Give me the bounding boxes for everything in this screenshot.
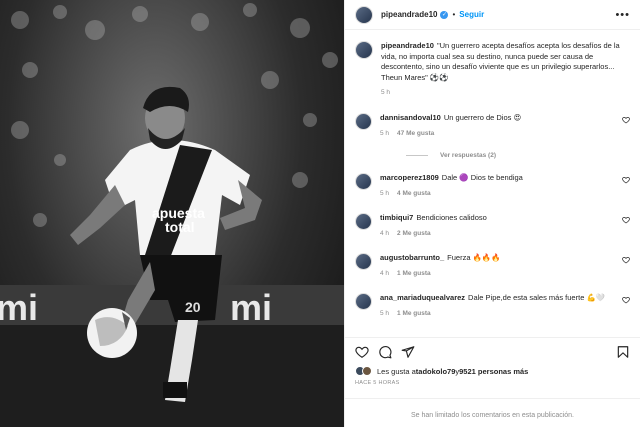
commenter-avatar[interactable]	[355, 293, 372, 310]
caption: pipeandrade10 "Un guerrero acepta desafío…	[355, 41, 630, 99]
comment-time[interactable]: 5 h	[380, 310, 389, 317]
comment-time[interactable]: 4 h	[380, 230, 389, 237]
comment-time[interactable]: 5 h	[380, 190, 389, 197]
like-comment-heart-icon[interactable]	[622, 116, 630, 124]
author-username[interactable]: pipeandrade10	[381, 10, 437, 19]
post-time-ago[interactable]: HACE 5 HORAS	[355, 380, 400, 386]
commenter-avatar[interactable]	[355, 213, 372, 230]
likes-prefix: Les gusta a	[377, 366, 416, 376]
comment-item: marcoperez1809 Dale 🟣 Dios te bendiga 5 h…	[355, 173, 630, 199]
svg-text:mi: mi	[230, 287, 272, 328]
commenter-avatar[interactable]	[355, 253, 372, 270]
separator-dot: •	[452, 10, 456, 19]
caption-username[interactable]: pipeandrade10	[381, 41, 434, 50]
post-header: pipeandrade10 ✓ • Seguir •••	[345, 0, 640, 30]
comment-time[interactable]: 5 h	[380, 130, 389, 137]
more-options-icon[interactable]: •••	[615, 9, 630, 21]
svg-text:mi: mi	[0, 287, 38, 328]
commenter-username[interactable]: timbiqui7	[380, 213, 413, 222]
like-comment-heart-icon[interactable]	[622, 216, 630, 224]
likes-summary: Les gusta a tadokolo79 y 9521 personas m…	[355, 366, 630, 376]
follow-button[interactable]: Seguir	[459, 10, 484, 19]
like-comment-heart-icon[interactable]	[622, 176, 630, 184]
comment-likes[interactable]: 47 Me gusta	[397, 130, 434, 137]
verified-badge-icon: ✓	[440, 10, 449, 19]
post-detail-panel: pipeandrade10 ✓ • Seguir ••• pipeandrade…	[344, 0, 640, 427]
commenter-avatar[interactable]	[355, 173, 372, 190]
comment-text: Fuerza 🔥🔥🔥	[447, 253, 501, 262]
like-heart-icon[interactable]	[355, 345, 369, 359]
view-replies-button[interactable]: Ver respuestas (2)	[406, 152, 496, 159]
comment-text: Un guerrero de Dios 😍	[443, 113, 522, 122]
commenter-username[interactable]: dannisandoval10	[380, 113, 441, 122]
caption-avatar[interactable]	[355, 41, 373, 59]
comment-likes[interactable]: 1 Me gusta	[397, 310, 431, 317]
comment-item: dannisandoval10 Un guerrero de Dios 😍 5 h…	[355, 113, 630, 139]
comment-item: timbiqui7 Bendiciones calidoso 4 h 2 Me gu…	[355, 213, 630, 239]
likes-count[interactable]: 9521 personas más	[459, 367, 528, 376]
commenter-username[interactable]: augustobarrunto_	[380, 253, 444, 262]
comment-time[interactable]: 4 h	[380, 270, 389, 277]
comment-text: Bendiciones calidoso	[416, 213, 487, 222]
comment-likes[interactable]: 2 Me gusta	[397, 230, 431, 237]
liker-username[interactable]: tadokolo79	[416, 367, 456, 376]
save-bookmark-icon[interactable]	[616, 345, 630, 359]
commenter-avatar[interactable]	[355, 113, 372, 130]
like-comment-heart-icon[interactable]	[622, 296, 630, 304]
author-avatar[interactable]	[355, 5, 373, 24]
commenter-username[interactable]: ana_mariaduquealvarez	[380, 293, 465, 302]
svg-text:20: 20	[185, 299, 201, 315]
action-bar	[345, 337, 640, 365]
comment-likes[interactable]: 4 Me gusta	[397, 190, 431, 197]
comments-list[interactable]: pipeandrade10 "Un guerrero acepta desafío…	[345, 31, 640, 337]
comment-likes[interactable]: 1 Me gusta	[397, 270, 431, 277]
view-replies-label: Ver respuestas (2)	[440, 152, 497, 159]
comment-bubble-icon[interactable]	[378, 345, 392, 359]
liker-avatars[interactable]	[355, 366, 372, 376]
comment-item: augustobarrunto_ Fuerza 🔥🔥🔥 4 h 1 Me gusta	[355, 253, 630, 279]
caption-time[interactable]: 5 h	[381, 89, 390, 96]
player-photo-illustration: mi mi apuesta total 20	[0, 3, 344, 427]
commenter-username[interactable]: marcoperez1809	[380, 173, 439, 182]
comment-text: Dale Pipe,de esta sales más fuerte 💪🤍	[468, 293, 606, 302]
comment-item: ana_mariaduquealvarez Dale Pipe,de esta s…	[355, 293, 630, 319]
replies-divider	[406, 155, 428, 156]
like-comment-heart-icon[interactable]	[622, 256, 630, 264]
share-paper-plane-icon[interactable]	[401, 345, 415, 359]
comments-limited-notice: Se han limitado los comentarios en esta …	[345, 398, 640, 427]
comment-text: Dale 🟣 Dios te bendiga	[441, 173, 523, 182]
svg-text:total: total	[165, 219, 195, 235]
post-photo: mi mi apuesta total 20	[0, 0, 344, 427]
